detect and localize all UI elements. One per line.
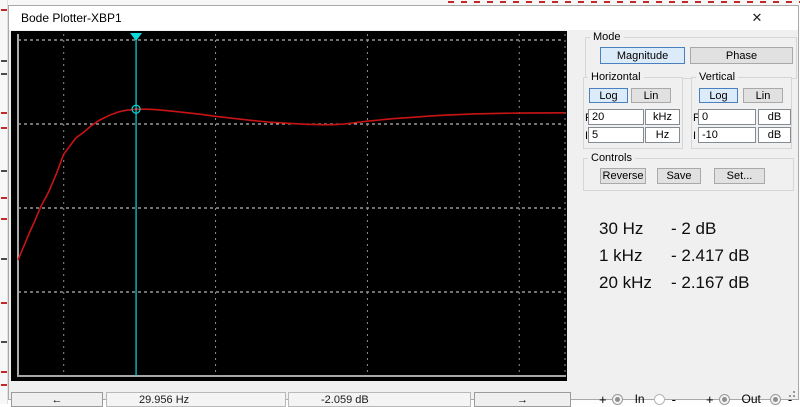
background-workspace-left — [0, 0, 8, 404]
measurement-value: - 2 dB — [671, 219, 716, 239]
in-plus-terminal[interactable] — [612, 394, 623, 405]
horizontal-i-input[interactable] — [588, 127, 644, 143]
in-minus-label: - — [672, 392, 676, 407]
measurement-annotations: 30 Hz - 2 dB 1 kHz - 2.417 dB 20 kHz - 2… — [599, 215, 749, 296]
screen: Bode Plotter-XBP1 ✕ Mode Magnitude Phase… — [0, 0, 800, 404]
window-title: Bode Plotter-XBP1 — [21, 11, 122, 25]
out-plus-label: + — [706, 392, 714, 407]
measurement-value: - 2.167 dB — [671, 273, 749, 293]
resize-grip[interactable] — [785, 387, 795, 397]
measurement-freq: 1 kHz — [599, 246, 671, 266]
measurement-row: 20 kHz - 2.167 dB — [599, 269, 749, 296]
vertical-f-unit: dB — [758, 109, 791, 125]
vertical-i-input[interactable] — [698, 127, 756, 143]
horizontal-log-button[interactable]: Log — [589, 88, 628, 103]
reverse-button[interactable]: Reverse — [600, 168, 646, 184]
vertical-log-button[interactable]: Log — [699, 88, 738, 103]
save-button[interactable]: Save — [657, 168, 701, 184]
horizontal-lin-button[interactable]: Lin — [631, 88, 671, 103]
title-bar[interactable]: Bode Plotter-XBP1 ✕ — [9, 6, 798, 30]
bode-plot-area[interactable] — [11, 31, 567, 381]
in-minus-terminal[interactable] — [654, 394, 665, 405]
vertical-f-input[interactable] — [698, 109, 756, 125]
mode-group-label: Mode — [590, 31, 624, 44]
close-icon[interactable]: ✕ — [748, 9, 766, 27]
phase-button[interactable]: Phase — [690, 47, 793, 64]
vertical-i-unit: dB — [758, 127, 791, 143]
terminal-strip: + In - + Out - — [599, 391, 792, 407]
horizontal-group: Horizontal Log Lin F kHz I Hz — [583, 77, 683, 149]
measurement-row: 30 Hz - 2 dB — [599, 215, 749, 242]
vertical-i-label: I — [693, 130, 696, 142]
vertical-group-label: Vertical — [696, 71, 738, 84]
in-plus-label: + — [599, 392, 607, 407]
magnitude-button[interactable]: Magnitude — [600, 47, 685, 64]
horizontal-i-unit: Hz — [645, 127, 680, 143]
horizontal-group-label: Horizontal — [588, 71, 644, 84]
controls-group: Controls Reverse Save Set... — [583, 158, 794, 191]
set-button[interactable]: Set... — [714, 168, 765, 184]
vertical-group: Vertical Log Lin F dB I dB — [691, 77, 792, 149]
bode-plot-svg[interactable] — [11, 31, 567, 381]
cursor-frequency-readout: 29.956 Hz — [106, 392, 286, 407]
controls-group-label: Controls — [588, 152, 635, 165]
bode-plotter-window: Bode Plotter-XBP1 ✕ Mode Magnitude Phase… — [8, 5, 799, 400]
horizontal-f-unit: kHz — [645, 109, 680, 125]
measurement-freq: 20 kHz — [599, 273, 671, 293]
plot-cursor[interactable] — [130, 33, 142, 376]
cursor-left-button[interactable]: ← — [11, 392, 103, 407]
measurement-value: - 2.417 dB — [671, 246, 749, 266]
cursor-value-readout: -2.059 dB — [288, 392, 471, 407]
cursor-right-button[interactable]: → — [474, 392, 571, 407]
out-minus-terminal[interactable] — [770, 394, 781, 405]
measurement-row: 1 kHz - 2.417 dB — [599, 242, 749, 269]
measurement-freq: 30 Hz — [599, 219, 671, 239]
horizontal-f-input[interactable] — [588, 109, 644, 125]
out-plus-terminal[interactable] — [719, 394, 730, 405]
vertical-lin-button[interactable]: Lin — [743, 88, 783, 103]
